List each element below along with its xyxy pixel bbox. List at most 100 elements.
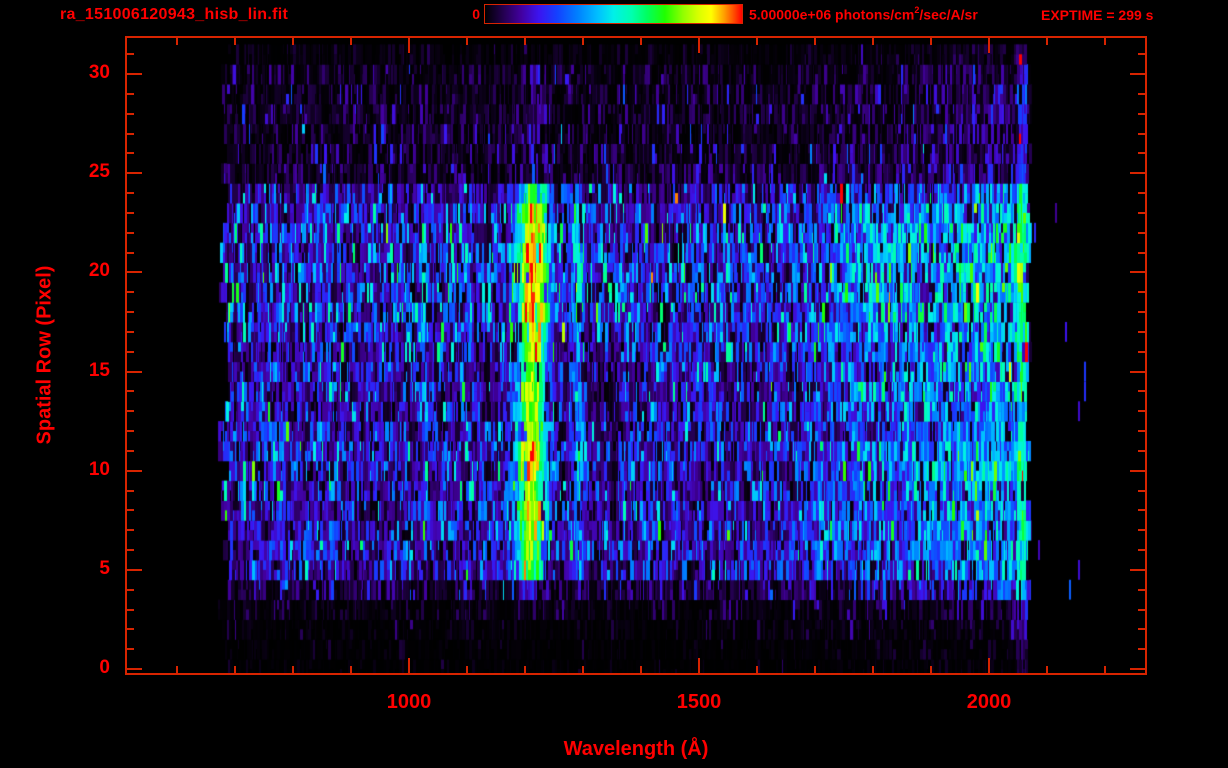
y-axis-tick — [127, 648, 134, 651]
colorbar — [484, 4, 743, 24]
x-axis-tick — [582, 38, 584, 45]
y-axis-tick — [1130, 568, 1145, 571]
y-axis-tick — [127, 231, 134, 234]
x-axis-tick — [640, 666, 642, 673]
y-axis-tick — [1138, 509, 1145, 512]
y-axis-tick — [127, 410, 134, 413]
y-tick-label: 30 — [88, 62, 110, 84]
colorbar-units-suffix: /sec/A/sr — [919, 6, 978, 23]
x-tick-label: 2000 — [966, 691, 1012, 713]
y-axis-tick — [1138, 489, 1145, 492]
y-axis-tick — [1138, 449, 1145, 452]
y-axis-tick — [1130, 73, 1145, 76]
y-axis-tick — [127, 370, 142, 373]
y-axis-tick — [1130, 370, 1145, 373]
x-axis-tick — [1104, 38, 1106, 45]
y-axis-tick — [127, 291, 134, 294]
x-axis-tick — [814, 666, 816, 673]
y-axis-tick — [1138, 251, 1145, 254]
y-tick-label: 25 — [88, 161, 110, 183]
x-axis-tick — [350, 38, 352, 45]
y-axis-tick — [127, 588, 134, 591]
x-axis-label: Wavelength (Å) — [563, 738, 709, 760]
y-axis-tick — [1138, 291, 1145, 294]
x-axis-tick — [292, 666, 294, 673]
y-axis-tick — [127, 112, 134, 115]
x-axis-tick — [582, 666, 584, 673]
y-tick-label: 15 — [88, 359, 110, 381]
x-axis-tick — [988, 658, 990, 673]
file-title: ra_151006120943_hisb_lin.fit — [60, 6, 289, 23]
y-axis-tick — [127, 430, 134, 433]
x-axis-tick — [1046, 38, 1048, 45]
y-axis-tick — [127, 489, 134, 492]
y-axis-tick — [1130, 172, 1145, 175]
y-axis-tick — [1138, 549, 1145, 552]
y-axis-tick — [1138, 311, 1145, 314]
spectral-heatmap-canvas — [127, 38, 1145, 673]
x-axis-tick — [640, 38, 642, 45]
y-axis-tick — [127, 529, 134, 532]
colorbar-gradient — [485, 5, 742, 23]
y-axis-tick — [127, 211, 134, 214]
x-axis-tick — [466, 666, 468, 673]
y-axis-tick — [127, 73, 142, 76]
x-axis-tick — [292, 38, 294, 45]
x-axis-tick — [756, 666, 758, 673]
x-axis-tick — [814, 38, 816, 45]
y-axis-tick — [127, 172, 142, 175]
y-axis-tick — [127, 549, 134, 552]
x-axis-tick — [872, 38, 874, 45]
y-tick-label: 20 — [88, 260, 110, 282]
y-tick-label: 5 — [99, 557, 110, 579]
x-axis-tick — [234, 38, 236, 45]
colorbar-min-label: 0 — [472, 6, 480, 22]
y-axis-tick — [1138, 628, 1145, 631]
y-axis-tick — [127, 132, 134, 135]
x-axis-tick — [1104, 666, 1106, 673]
y-axis-tick — [1138, 430, 1145, 433]
y-axis-tick — [127, 152, 134, 155]
x-axis-tick — [698, 658, 700, 673]
x-axis-tick — [176, 666, 178, 673]
y-axis-tick — [1138, 648, 1145, 651]
x-axis-tick — [176, 38, 178, 45]
y-axis-tick — [1138, 53, 1145, 56]
x-axis-tick — [1046, 666, 1048, 673]
x-axis-tick — [408, 38, 410, 53]
y-axis-tick — [1138, 390, 1145, 393]
x-axis-tick — [408, 658, 410, 673]
y-axis-tick — [1130, 469, 1145, 472]
colorbar-superscript: 2 — [914, 5, 920, 15]
y-axis-tick — [1138, 410, 1145, 413]
y-axis-tick — [1130, 668, 1145, 670]
y-axis-tick — [1138, 192, 1145, 195]
x-axis-tick — [930, 666, 932, 673]
colorbar-max-label: 5.00000e+06 photons/cm2/sec/A/sr — [749, 5, 978, 23]
y-axis-tick — [127, 568, 142, 571]
y-axis-tick — [1138, 529, 1145, 532]
y-axis-tick — [127, 390, 134, 393]
y-axis-tick — [1130, 271, 1145, 274]
y-axis-tick — [127, 311, 134, 314]
y-axis-tick — [127, 192, 134, 195]
colorbar-max-value: 5.00000e+06 photons/cm — [749, 6, 915, 23]
y-axis-tick — [1138, 112, 1145, 115]
x-axis-tick — [524, 38, 526, 45]
y-axis-tick — [127, 509, 134, 512]
x-tick-label: 1500 — [676, 691, 722, 713]
x-axis-tick — [930, 38, 932, 45]
y-axis-tick — [127, 350, 134, 353]
x-axis-tick — [350, 666, 352, 673]
y-axis-tick — [1138, 588, 1145, 591]
y-axis-tick — [1138, 211, 1145, 214]
y-axis-tick — [1138, 152, 1145, 155]
y-axis-tick — [127, 449, 134, 452]
y-axis-tick — [127, 668, 142, 670]
y-axis-tick — [127, 330, 134, 333]
y-axis-tick — [127, 469, 142, 472]
y-axis-tick — [127, 53, 134, 56]
x-axis-tick — [466, 38, 468, 45]
spectral-image-display: ra_151006120943_hisb_lin.fit 0 5.00000e+… — [0, 0, 1228, 768]
y-axis-tick — [127, 92, 134, 95]
